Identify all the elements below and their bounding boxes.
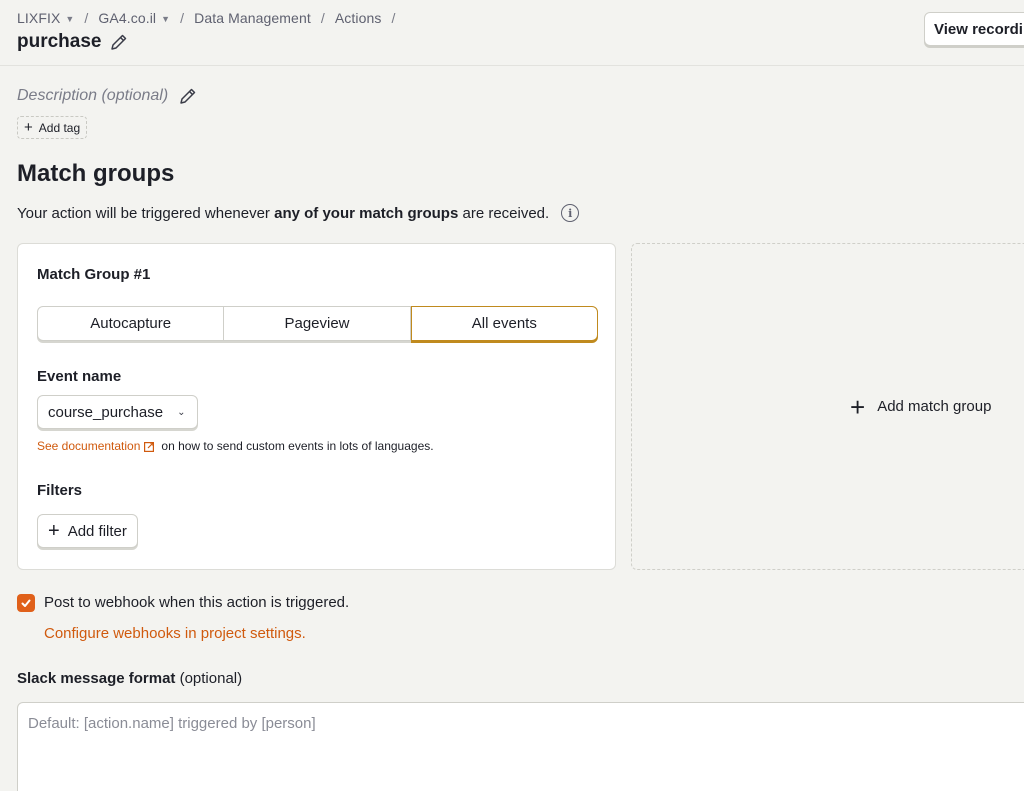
documentation-line: See documentation on how to send custom …: [37, 439, 434, 453]
breadcrumb-separator: /: [391, 10, 396, 26]
page-title: purchase: [17, 31, 102, 52]
breadcrumb-separator: /: [84, 10, 89, 26]
add-match-group-button[interactable]: + Add match group: [631, 243, 1024, 570]
breadcrumb: LIXFIX ▼ / GA4.co.il ▼ / Data Management…: [17, 10, 405, 26]
description-placeholder[interactable]: Description (optional): [17, 87, 168, 105]
event-name-label: Event name: [37, 368, 122, 385]
breadcrumb-page[interactable]: Actions: [335, 10, 382, 26]
page-title-row: purchase: [17, 31, 129, 53]
external-link-icon[interactable]: [144, 441, 155, 453]
plus-icon: +: [24, 119, 33, 136]
add-filter-button[interactable]: + Add filter: [37, 514, 138, 548]
plus-icon: +: [850, 391, 866, 422]
tab-autocapture[interactable]: Autocapture: [37, 306, 225, 341]
post-to-webhook-label[interactable]: Post to webhook when this action is trig…: [44, 594, 349, 611]
edit-name-pencil-icon[interactable]: [109, 32, 129, 52]
match-groups-description: Your action will be triggered whenever a…: [17, 204, 580, 222]
chevron-down-icon: ⌄: [177, 406, 186, 418]
slack-message-format-input[interactable]: [17, 702, 1024, 791]
event-type-selector: Autocapture Pageview All events: [37, 306, 598, 343]
breadcrumb-section[interactable]: Data Management: [194, 10, 311, 26]
breadcrumb-project[interactable]: GA4.co.il ▼: [98, 10, 170, 26]
post-to-webhook-checkbox[interactable]: [17, 594, 35, 612]
breadcrumb-separator: /: [180, 10, 185, 26]
tab-all-events[interactable]: All events: [410, 306, 598, 341]
slack-message-format-label: Slack message format (optional): [17, 670, 243, 687]
info-icon[interactable]: i: [561, 204, 580, 222]
event-name-select[interactable]: course_purchase ⌄: [37, 395, 199, 429]
add-tag-button[interactable]: + Add tag: [17, 116, 88, 139]
top-bar: LIXFIX ▼ / GA4.co.il ▼ / Data Management…: [0, 0, 1024, 66]
view-recordings-button[interactable]: View recordi: [924, 12, 1024, 46]
configure-webhooks-link[interactable]: Configure webhooks in project settings.: [44, 625, 306, 642]
edit-description-pencil-icon[interactable]: [178, 86, 198, 106]
documentation-link[interactable]: See documentation: [37, 439, 140, 453]
match-group-card: Match Group #1 Autocapture Pageview All …: [17, 243, 616, 570]
match-groups-heading: Match groups: [17, 160, 175, 187]
event-name-value: course_purchase: [48, 403, 164, 421]
breadcrumb-separator: /: [320, 10, 325, 26]
filters-label: Filters: [37, 482, 83, 499]
breadcrumb-org[interactable]: LIXFIX ▼: [17, 10, 74, 26]
match-group-title: Match Group #1: [37, 266, 151, 283]
chevron-down-icon: ▼: [161, 13, 171, 24]
plus-icon: +: [48, 520, 60, 542]
description-row: Description (optional): [17, 86, 198, 106]
tab-pageview[interactable]: Pageview: [224, 306, 411, 341]
chevron-down-icon: ▼: [65, 13, 75, 24]
